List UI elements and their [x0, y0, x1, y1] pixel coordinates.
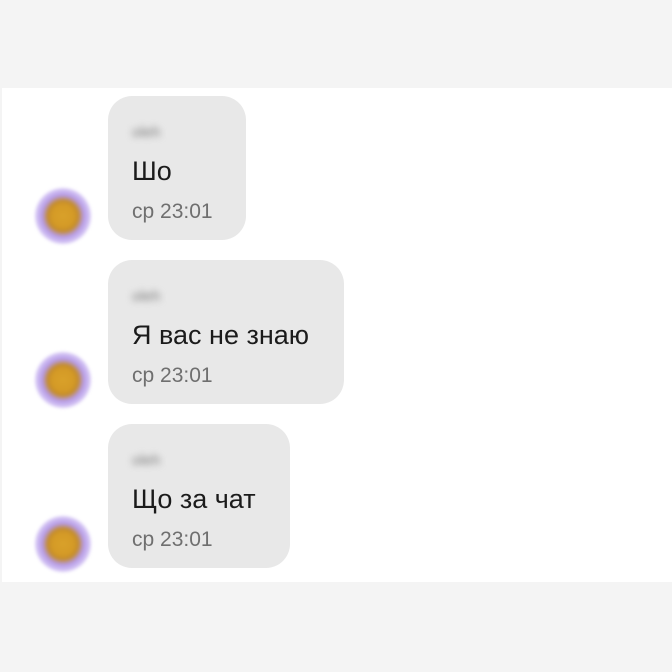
message-bubble[interactable]: oleh Що за чат ср 23:01: [108, 424, 290, 568]
message-text: Шо: [132, 156, 172, 186]
message-row: oleh Я вас не знаю ср 23:01: [2, 260, 672, 408]
message-row: oleh Шо ср 23:01: [2, 96, 672, 244]
sender-name: oleh: [132, 124, 161, 141]
avatar[interactable]: [35, 352, 91, 408]
message-timestamp: ср 23:01: [132, 528, 213, 551]
message-row: oleh Що за чат ср 23:01: [2, 424, 672, 572]
sender-name: oleh: [132, 452, 161, 469]
sender-name: oleh: [132, 288, 161, 305]
chat-screen: oleh Шо ср 23:01 oleh Я вас не знаю ср 2…: [0, 0, 672, 672]
avatar[interactable]: [35, 516, 91, 572]
avatar[interactable]: [35, 188, 91, 244]
message-timestamp: ср 23:01: [132, 364, 213, 387]
message-text: Я вас не знаю: [132, 320, 310, 350]
message-timestamp: ср 23:01: [132, 200, 213, 223]
message-bubble[interactable]: oleh Я вас не знаю ср 23:01: [108, 260, 344, 404]
message-list[interactable]: oleh Шо ср 23:01 oleh Я вас не знаю ср 2…: [2, 88, 672, 582]
message-bubble[interactable]: oleh Шо ср 23:01: [108, 96, 246, 240]
message-text: Що за чат: [132, 484, 256, 514]
